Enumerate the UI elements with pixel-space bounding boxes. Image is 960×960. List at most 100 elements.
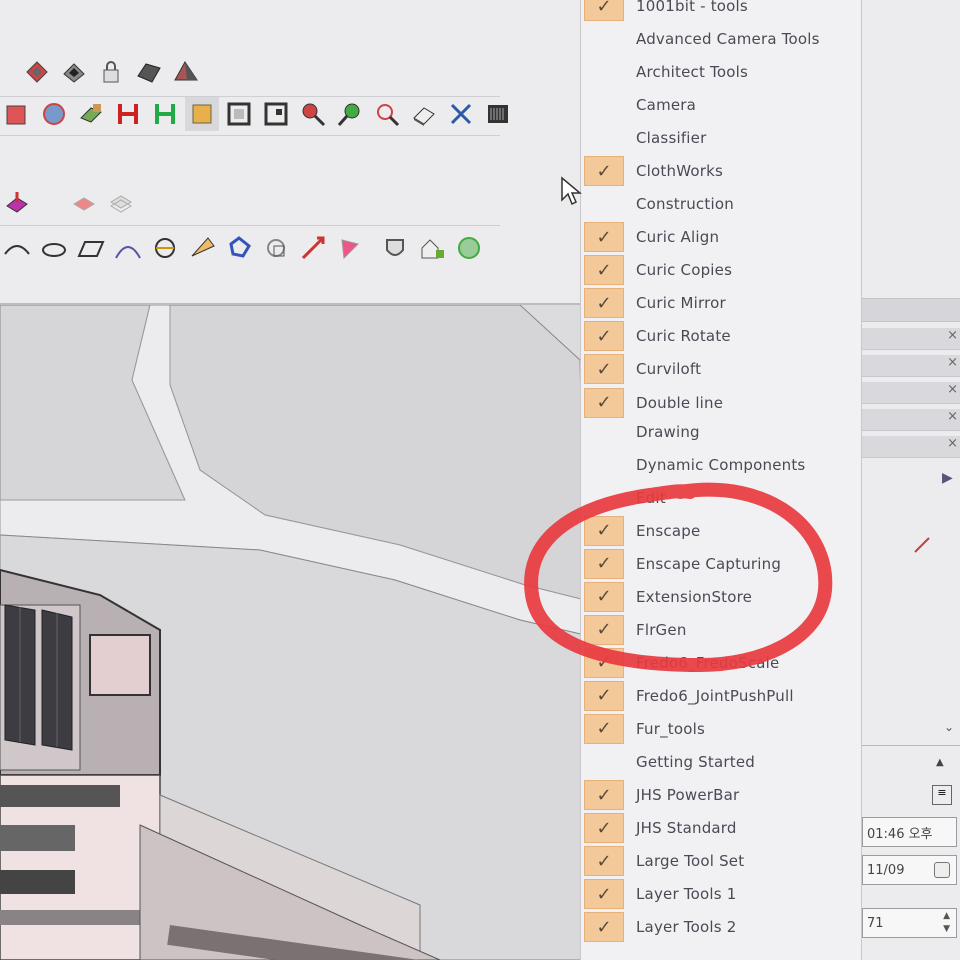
- close-icon[interactable]: ×: [947, 328, 958, 343]
- flag-icon[interactable]: [333, 231, 367, 265]
- tray-panel-bar[interactable]: ×: [862, 409, 960, 431]
- close-icon[interactable]: ×: [947, 382, 958, 397]
- shadow-icon[interactable]: [131, 55, 165, 89]
- frame-icon[interactable]: [259, 97, 293, 131]
- curve-icon[interactable]: [111, 231, 145, 265]
- tray-panel-bar[interactable]: ×: [862, 328, 960, 350]
- menu-item-label: Layer Tools 2: [636, 918, 737, 937]
- flip-x-icon[interactable]: [111, 97, 145, 131]
- stack-icon[interactable]: [104, 185, 138, 219]
- menu-item-label: Curic Align: [636, 228, 720, 247]
- menu-item[interactable]: ✓ Large Tool Set: [581, 845, 861, 877]
- model-viewport[interactable]: [0, 305, 585, 960]
- menu-item[interactable]: Drawing: [581, 416, 861, 448]
- menu-item[interactable]: Architect Tools: [581, 56, 861, 88]
- menu-item[interactable]: Classifier: [581, 122, 861, 154]
- menu-item[interactable]: Camera: [581, 89, 861, 121]
- scroll-down-icon[interactable]: ⌄: [944, 720, 954, 734]
- default-tray: × × × × × ▶ ⌄ ▲ ≡ 01:46 오후 11/09 71 ▲ ▼: [862, 0, 960, 960]
- menu-item[interactable]: ✓ FlrGen: [581, 614, 861, 646]
- tray-panel-bar[interactable]: ×: [862, 382, 960, 404]
- eraser-icon[interactable]: [407, 97, 441, 131]
- flip-y-icon[interactable]: [148, 97, 182, 131]
- hide-icon[interactable]: [185, 97, 219, 131]
- menu-item[interactable]: ✓ Fur_tools: [581, 713, 861, 745]
- close-icon[interactable]: ×: [947, 436, 958, 451]
- menu-item[interactable]: ✓ Curic Rotate: [581, 320, 861, 352]
- menu-item[interactable]: ✓ JHS Standard: [581, 812, 861, 844]
- layers-icon[interactable]: [74, 97, 108, 131]
- close-icon[interactable]: ×: [947, 409, 958, 424]
- menu-item[interactable]: ✓ 1001bit - tools: [581, 0, 861, 22]
- shadow-time-field[interactable]: 01:46 오후: [862, 817, 957, 847]
- menu-item[interactable]: ✓ Layer Tools 1: [581, 878, 861, 910]
- arc-icon[interactable]: [0, 231, 34, 265]
- close-x-icon[interactable]: [444, 97, 478, 131]
- tray-panel-bar[interactable]: ×: [862, 355, 960, 377]
- paint-icon[interactable]: [67, 185, 101, 219]
- barcode-icon[interactable]: [481, 97, 515, 131]
- zoom-in-icon[interactable]: [333, 97, 367, 131]
- menu-item[interactable]: ✓ Double line: [581, 387, 861, 419]
- close-icon[interactable]: ×: [947, 355, 958, 370]
- menu-item-label: Fredo6_JointPushPull: [636, 686, 794, 705]
- menu-item[interactable]: ✓ JHS PowerBar: [581, 779, 861, 811]
- number-field[interactable]: 71 ▲ ▼: [862, 908, 957, 938]
- menu-item[interactable]: ✓ Layer Tools 2: [581, 911, 861, 943]
- collapse-icon[interactable]: ≡: [932, 785, 952, 805]
- spin-up-icon[interactable]: ▲: [943, 911, 950, 921]
- menu-item[interactable]: Advanced Camera Tools: [581, 23, 861, 55]
- push-pull-icon[interactable]: [0, 185, 34, 219]
- menu-item[interactable]: ✓ Curic Mirror: [581, 287, 861, 319]
- pencil-icon[interactable]: [912, 535, 932, 559]
- menu-item[interactable]: Construction: [581, 188, 861, 220]
- zoom-window-icon[interactable]: [370, 97, 404, 131]
- shadow-date-field[interactable]: 11/09: [862, 855, 957, 885]
- toolbar-row-3: [0, 185, 141, 219]
- move-arrow-icon[interactable]: [296, 231, 330, 265]
- pyramid-icon[interactable]: [168, 55, 202, 89]
- menu-item[interactable]: ✓ Curic Align: [581, 221, 861, 253]
- outliner-icon[interactable]: [37, 97, 71, 131]
- menu-item-label: Double line: [636, 393, 724, 412]
- scroll-up-icon[interactable]: ▲: [936, 757, 944, 768]
- menu-item[interactable]: ✓ Enscape: [581, 515, 861, 547]
- menu-item[interactable]: ✓ ClothWorks: [581, 155, 861, 187]
- globe-icon[interactable]: [452, 231, 486, 265]
- parallelogram-icon[interactable]: [74, 231, 108, 265]
- tray-arrow-icon[interactable]: ▶: [942, 470, 953, 486]
- zoom-icon[interactable]: [296, 97, 330, 131]
- menu-item[interactable]: Edit: [581, 482, 861, 514]
- menu-item-label: ClothWorks: [636, 162, 724, 181]
- tray-divider: [862, 745, 960, 746]
- toolbar-row-1: [20, 55, 205, 89]
- menu-item[interactable]: ✓ Enscape Capturing: [581, 548, 861, 580]
- house-icon[interactable]: [415, 231, 449, 265]
- menu-item[interactable]: ✓ Fredo6_JointPushPull: [581, 680, 861, 712]
- ellipse-icon[interactable]: [37, 231, 71, 265]
- lock-icon[interactable]: [94, 55, 128, 89]
- menu-item[interactable]: ✓ Fredo6_FredoScale: [581, 647, 861, 679]
- cone-icon[interactable]: [185, 231, 219, 265]
- component-icon[interactable]: [0, 97, 34, 131]
- calendar-icon[interactable]: [934, 862, 950, 878]
- menu-item[interactable]: Getting Started: [581, 746, 861, 778]
- checkmark-icon: ✓: [584, 548, 624, 579]
- rotate-icon[interactable]: [222, 231, 256, 265]
- menu-item-label: Drawing: [636, 422, 700, 441]
- shield-icon[interactable]: [378, 231, 412, 265]
- menu-item[interactable]: ✓ ExtensionStore: [581, 581, 861, 613]
- menu-item[interactable]: Dynamic Components: [581, 449, 861, 481]
- section-fill-icon[interactable]: [57, 55, 91, 89]
- spin-down-icon[interactable]: ▼: [943, 924, 950, 934]
- menu-item[interactable]: ✓ Curviloft: [581, 353, 861, 385]
- copy-icon[interactable]: [259, 231, 293, 265]
- sphere-icon[interactable]: [148, 231, 182, 265]
- checkmark-icon: ✓: [584, 614, 624, 645]
- menu-item-label: Curviloft: [636, 360, 702, 379]
- menu-item[interactable]: ✓ Curic Copies: [581, 254, 861, 286]
- section-plane-icon[interactable]: [20, 55, 54, 89]
- tray-panel-bar[interactable]: ×: [862, 436, 960, 458]
- checkmark-icon: ✓: [584, 354, 624, 385]
- box-icon[interactable]: [222, 97, 256, 131]
